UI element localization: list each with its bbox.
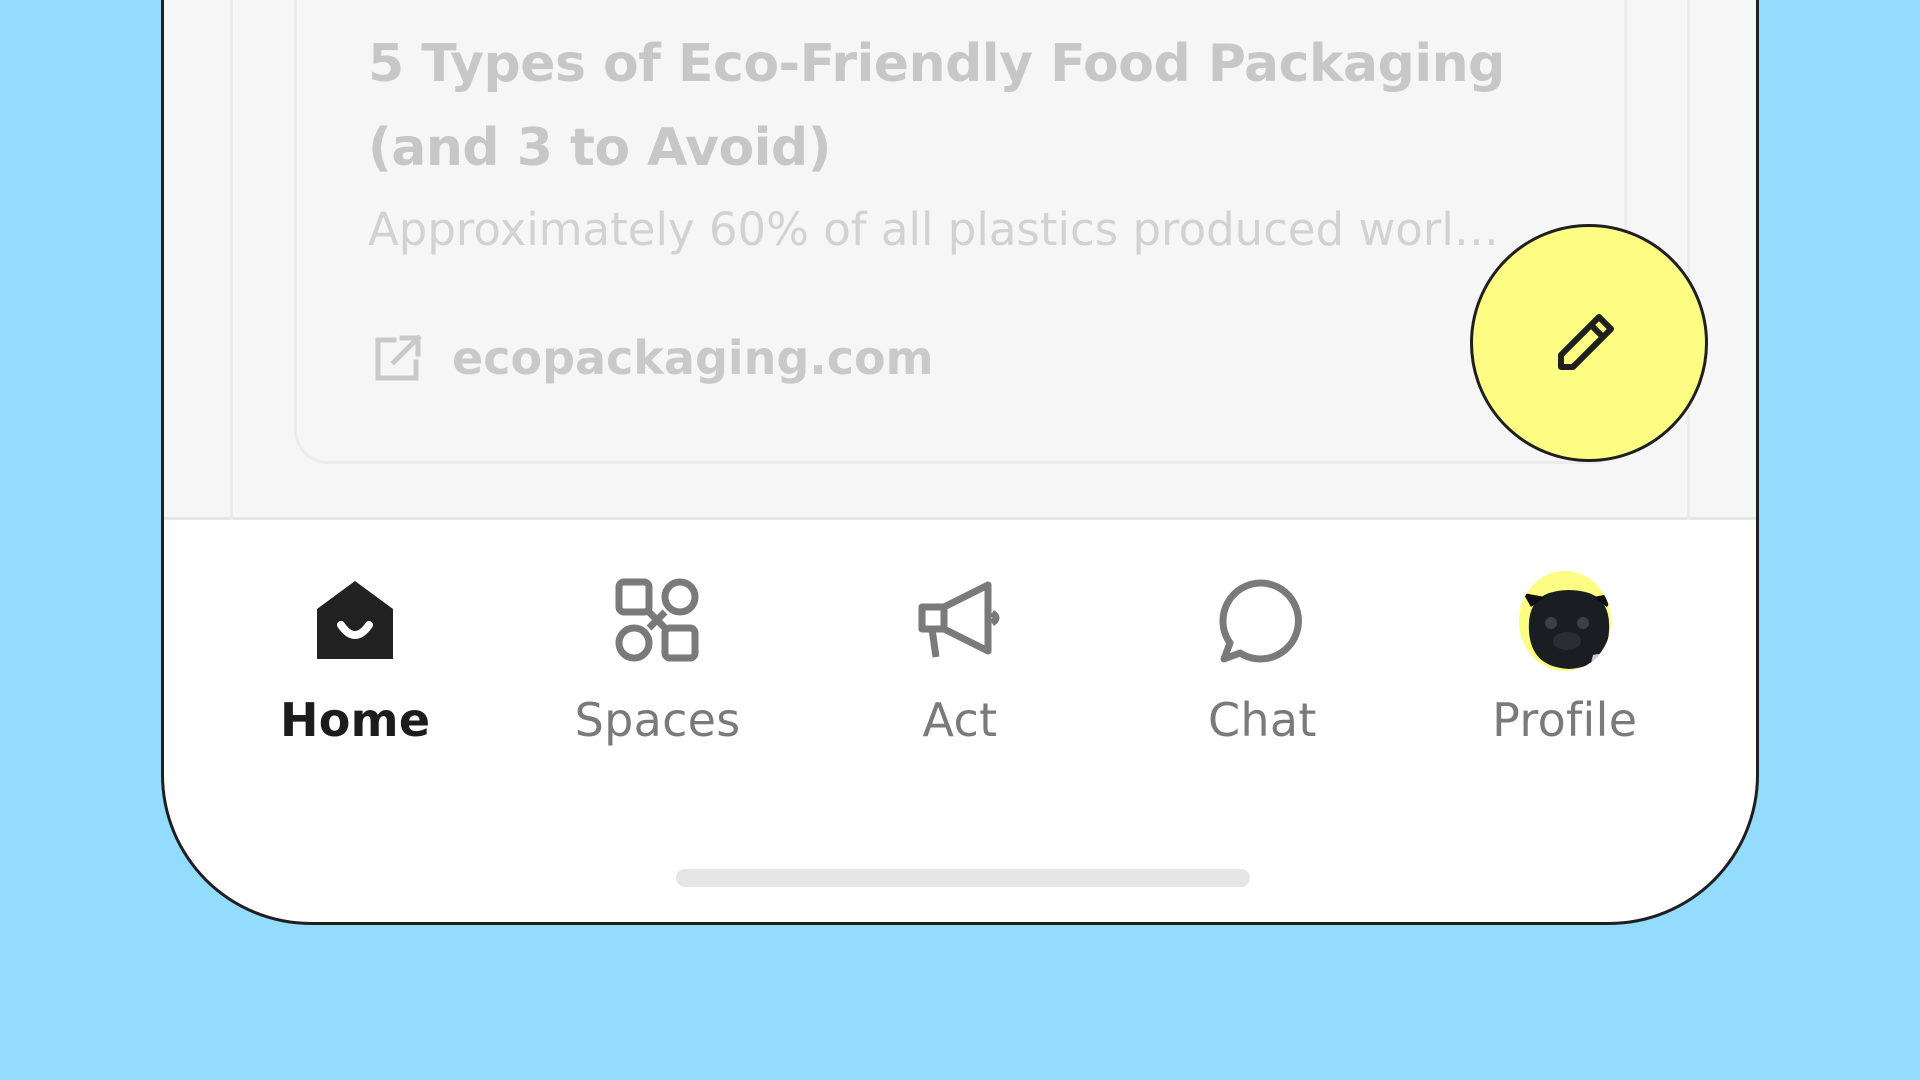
tab-profile[interactable]: Profile — [1435, 523, 1695, 747]
phone-frame: 5 Types of Eco-Friendly Food Packaging (… — [161, 0, 1759, 925]
external-link-icon — [375, 334, 422, 381]
stage: 5 Types of Eco-Friendly Food Packaging (… — [0, 0, 1920, 1080]
home-indicator[interactable] — [676, 869, 1250, 887]
tab-profile-label: Profile — [1492, 693, 1638, 747]
tab-act-label: Act — [922, 693, 998, 747]
card-title-line-2: (and 3 to Avoid) — [368, 118, 832, 178]
tab-chat-label: Chat — [1208, 693, 1317, 747]
tab-spaces[interactable]: Spaces — [528, 523, 788, 747]
compose-button[interactable] — [1470, 224, 1708, 462]
tab-home-label: Home — [279, 693, 431, 747]
bottom-tab-bar: Home Spaces Act Chat Profile — [164, 523, 1756, 783]
home-icon — [309, 575, 401, 667]
megaphone-icon — [914, 575, 1006, 667]
card-title-line-1: 5 Types of Eco-Friendly Food Packaging — [368, 34, 1505, 94]
spaces-icon — [612, 575, 704, 667]
chat-bubble-icon — [1216, 575, 1308, 667]
card-domain: ecopackaging.com — [452, 331, 934, 385]
avatar — [1518, 571, 1611, 671]
tab-chat[interactable]: Chat — [1132, 523, 1392, 747]
tab-spaces-label: Spaces — [574, 693, 741, 747]
tab-act[interactable]: Act — [830, 523, 1090, 747]
card-description: Approximately 60% of all plastics produc… — [368, 203, 1518, 256]
tab-home[interactable]: Home — [225, 523, 485, 747]
profile-avatar-wrapper — [1518, 571, 1611, 671]
card-link[interactable]: ecopackaging.com — [372, 328, 934, 388]
pencil-icon — [1558, 314, 1614, 370]
card-title: 5 Types of Eco-Friendly Food Packaging (… — [368, 22, 1518, 190]
